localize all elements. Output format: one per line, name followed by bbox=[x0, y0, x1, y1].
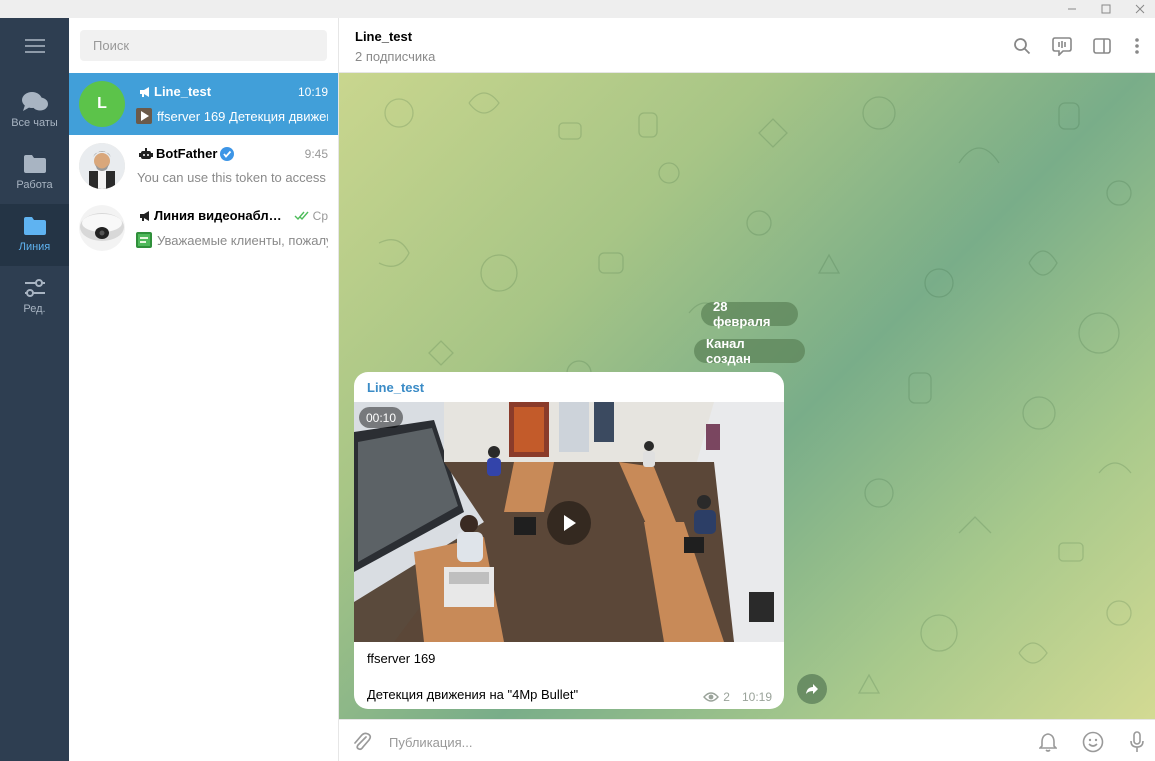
minimize-icon[interactable] bbox=[1055, 0, 1089, 18]
play-icon bbox=[141, 111, 149, 121]
folder-icon bbox=[23, 214, 47, 238]
avatar-letter: L bbox=[97, 95, 107, 112]
double-check-icon bbox=[294, 211, 309, 221]
chat-item-botfather[interactable]: BotFather 9:45 You can use this token to… bbox=[69, 135, 338, 197]
service-message: Канал создан bbox=[694, 336, 805, 366]
folder-icon bbox=[23, 152, 47, 176]
sidebar-toggle-icon[interactable] bbox=[1090, 34, 1114, 58]
post-caption: ffserver 169 Детекция движения на "4Mp B… bbox=[367, 651, 579, 702]
microphone-icon[interactable] bbox=[1125, 730, 1149, 754]
folder-label: Ред. bbox=[23, 303, 46, 315]
hamburger-menu-icon[interactable] bbox=[0, 18, 69, 74]
chat-name-row: Линия видеонаблюдения bbox=[139, 208, 282, 223]
post-author[interactable]: Line_test bbox=[367, 380, 424, 395]
chat-list-panel: L Line_test 10:19 ffserver 169 Детекция … bbox=[69, 18, 339, 761]
forward-button[interactable] bbox=[797, 674, 827, 704]
avatar: L bbox=[79, 81, 125, 127]
chat-name-row: BotFather bbox=[139, 146, 235, 161]
megaphone-icon bbox=[140, 210, 149, 221]
views-eye-icon bbox=[703, 692, 720, 702]
more-vertical-icon[interactable] bbox=[1125, 34, 1149, 58]
chat-preview-row: ffserver 169 Детекция движения на "4Mp B… bbox=[136, 108, 328, 124]
chat-header: Line_test 2 подписчика bbox=[339, 18, 1155, 73]
window-title-bar bbox=[0, 0, 1155, 18]
date-badge: 28 февраля bbox=[701, 299, 798, 329]
live-stream-icon[interactable] bbox=[1050, 34, 1074, 58]
chat-time-row: Ср bbox=[294, 209, 328, 223]
chats-icon bbox=[21, 90, 49, 114]
bell-icon[interactable] bbox=[1036, 730, 1060, 754]
megaphone-icon bbox=[140, 86, 149, 97]
emoji-icon[interactable] bbox=[1081, 730, 1105, 754]
chat-preview: You can use this token to access HTTP AP… bbox=[137, 170, 329, 185]
share-arrow-icon bbox=[806, 684, 818, 694]
chat-time: 9:45 bbox=[304, 147, 328, 161]
view-count: 2 bbox=[723, 690, 730, 704]
chat-preview: ffserver 169 Детекция движения на "4Mp B… bbox=[157, 108, 328, 124]
video-thumbnail bbox=[136, 108, 152, 124]
chat-time: Ср bbox=[312, 209, 328, 223]
chat-item-video-line[interactable]: Линия видеонаблюдения Ср Уважаемые клиен… bbox=[69, 197, 338, 259]
close-icon[interactable] bbox=[1123, 0, 1155, 18]
chat-preview-row: Уважаемые клиенты, пожалуйста bbox=[136, 232, 328, 248]
folder-label: Все чаты bbox=[11, 117, 58, 129]
chat-preview: Уважаемые клиенты, пожалуйста bbox=[157, 232, 328, 248]
compose-bar bbox=[339, 719, 1155, 761]
attach-icon[interactable] bbox=[350, 730, 374, 754]
folder-line[interactable]: Линия bbox=[0, 204, 69, 266]
folder-work[interactable]: Работа bbox=[0, 142, 69, 204]
verified-badge-icon bbox=[220, 146, 235, 161]
maximize-icon[interactable] bbox=[1089, 0, 1123, 18]
post-time: 10:19 bbox=[741, 690, 772, 704]
chat-preview-row: You can use this token to access HTTP AP… bbox=[137, 170, 329, 185]
post-meta: 2 10:19 bbox=[703, 690, 772, 704]
chat-item-line-test[interactable]: L Line_test 10:19 ffserver 169 Детекция … bbox=[69, 73, 338, 135]
chat-name: Line_test bbox=[154, 84, 212, 99]
chat-name-row: Line_test bbox=[139, 84, 211, 99]
sliders-icon bbox=[23, 276, 47, 300]
folder-all-chats[interactable]: Все чаты bbox=[0, 80, 69, 142]
chat-title[interactable]: Line_test bbox=[355, 29, 412, 44]
folder-edit[interactable]: Ред. bbox=[0, 266, 69, 328]
channel-post: Line_test 00:10 ffserver 169 Детекция дв… bbox=[354, 372, 784, 709]
search-icon[interactable] bbox=[1010, 34, 1034, 58]
chat-name: BotFather bbox=[156, 146, 218, 161]
avatar bbox=[79, 143, 125, 189]
chat-time: 10:19 bbox=[297, 85, 328, 99]
play-button[interactable] bbox=[547, 501, 591, 545]
search-input[interactable] bbox=[80, 30, 327, 61]
folder-label: Линия bbox=[18, 241, 51, 253]
video-duration: 00:10 bbox=[359, 407, 404, 428]
video-player[interactable]: 00:10 bbox=[354, 402, 784, 642]
message-thumbnail bbox=[136, 232, 152, 248]
folder-label: Работа bbox=[16, 179, 53, 191]
message-area[interactable]: 28 февраля Канал создан Line_test 00:10 … bbox=[339, 73, 1155, 719]
play-icon bbox=[564, 515, 576, 531]
avatar bbox=[79, 205, 125, 251]
subscriber-count: 2 подписчика bbox=[355, 49, 436, 64]
folders-sidebar: Все чаты Работа Линия Ред. bbox=[0, 18, 69, 761]
message-input[interactable] bbox=[389, 730, 1009, 754]
bot-icon bbox=[139, 147, 153, 159]
chat-name: Линия видеонаблюдения bbox=[154, 208, 282, 223]
